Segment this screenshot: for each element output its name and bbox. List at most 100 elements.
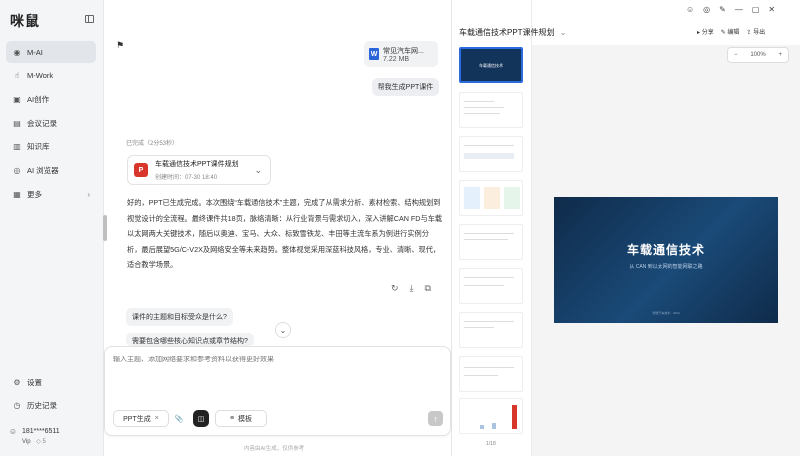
slide-thumb[interactable] <box>459 268 523 304</box>
app-logo: 咪鼠 <box>10 13 40 29</box>
list-icon: ≡ <box>229 415 235 422</box>
slide-title: 车载通信技术 <box>626 243 705 257</box>
minimize-icon[interactable]: — <box>735 5 743 14</box>
ai-disclaimer: 内容由AI生成，仅供参考 <box>244 446 305 452</box>
ppt-mode-chip[interactable]: PPT生成 × <box>113 410 169 427</box>
zoom-level: 100% <box>750 52 766 58</box>
user-phone: 181****6511 <box>22 427 60 435</box>
slide-thumb[interactable]: 车载通信技术 <box>459 47 523 83</box>
send-button[interactable]: ↑ <box>428 411 443 426</box>
sidebar-item-settings[interactable]: ⚙ 设置 <box>6 371 96 393</box>
chat-input[interactable] <box>113 356 413 363</box>
resize-handle[interactable] <box>103 215 107 241</box>
export-label: 导出 <box>753 30 766 36</box>
sidebar-collapse-icon[interactable] <box>85 15 94 23</box>
slide-subtitle: 从 CAN 到以太网的智能网联之路 <box>629 264 703 270</box>
edit-button[interactable]: ✎ 编辑 <box>721 27 740 36</box>
maximize-icon[interactable]: ▢ <box>752 5 760 14</box>
sidebar-nav: ◉ M-AI ☝ M-Work ▣ AI创作 ▤ 会议记录 ▥ 知识库 ◎ AI… <box>6 41 96 207</box>
chat-panel: ⚑ W 常见汽车网... 7.22 MB 帮我生成PPT课件 已完成（2分53秒… <box>104 0 452 456</box>
download-icon[interactable]: ⤓ <box>410 283 414 294</box>
doc-time: 创建时间：07-30 18:40 <box>155 175 218 181</box>
book-icon: ▥ <box>13 142 21 152</box>
suggestion-chip[interactable]: 需要包含哪些核心知识点或章节结构? <box>126 333 254 346</box>
sidebar-item-m-ai[interactable]: ◉ M-AI <box>6 41 96 63</box>
chevron-down-icon[interactable]: ⌄ <box>254 165 262 176</box>
page-count: 1/18 <box>486 441 496 447</box>
sidebar-bottom: ⚙ 设置 ◷ 历史记录 <box>6 371 96 418</box>
gear-icon: ⚙ <box>13 377 21 387</box>
browser-icon: ◎ <box>13 165 21 175</box>
copy-icon[interactable]: ⧉ <box>425 283 431 294</box>
diamond-icon: ◇ <box>36 439 41 445</box>
note-icon: ▤ <box>13 118 21 128</box>
hand-icon: ☝ <box>14 71 20 81</box>
zoom-control[interactable]: − 100% + <box>727 47 789 63</box>
chevron-right-icon: › <box>87 189 90 199</box>
target-icon[interactable]: ◎ <box>703 5 710 14</box>
slides-panel: 车载通信技术 1/18 <box>452 0 532 456</box>
suggestion-chip[interactable]: 课件的主题和目标受众是什么? <box>126 308 233 326</box>
sidebar-item-label: M-AI <box>27 47 43 57</box>
share-button[interactable]: ▸ 分享 <box>697 27 714 36</box>
image-icon: ▣ <box>13 94 21 104</box>
sidebar-item-browser[interactable]: ◎ AI 浏览器 <box>6 159 96 181</box>
sidebar: 咪鼠 ◉ M-AI ☝ M-Work ▣ AI创作 ▤ 会议记录 ▥ 知识库 ◎… <box>0 0 104 456</box>
sidebar-item-ai-create[interactable]: ▣ AI创作 <box>6 88 96 110</box>
sidebar-item-m-work[interactable]: ☝ M-Work <box>6 65 96 87</box>
edit-label: 编辑 <box>727 30 740 36</box>
zoom-out-icon[interactable]: − <box>734 52 738 58</box>
slide-thumb[interactable] <box>459 180 523 216</box>
current-slide[interactable]: 车载通信技术 从 CAN 到以太网的智能网联之路 智能汽车技术 · 2024 <box>554 197 778 323</box>
slide-thumb[interactable] <box>459 312 523 348</box>
flag-icon[interactable]: ⚑ <box>116 40 124 51</box>
sidebar-item-label: AI 浏览器 <box>27 165 59 175</box>
attach-icon[interactable]: 📎 <box>171 410 187 427</box>
sidebar-item-label: 历史记录 <box>27 401 57 411</box>
ppt-mode-label: PPT生成 <box>123 415 151 423</box>
slide-thumb[interactable] <box>459 356 523 392</box>
pin-icon[interactable]: ✎ <box>719 5 726 14</box>
preview-actions: ▸ 分享 ✎ 编辑 ⇪ 导出 <box>697 27 765 36</box>
completion-status: 已完成（2分53秒） <box>126 141 179 147</box>
mai-icon: ◉ <box>13 47 21 57</box>
user-credits: 5 <box>42 439 46 445</box>
zoom-in-icon[interactable]: + <box>778 52 782 58</box>
sidebar-item-meeting[interactable]: ▤ 会议记录 <box>6 112 96 134</box>
user-profile[interactable]: ☺ 181****6511 Vip ◇ 5 <box>8 426 98 446</box>
export-button[interactable]: ⇪ 导出 <box>746 27 765 36</box>
slide-thumb[interactable] <box>459 92 523 128</box>
chevron-down-icon: ⌄ <box>559 28 567 37</box>
sidebar-item-history[interactable]: ◷ 历史记录 <box>6 395 96 417</box>
chat-input-box: PPT生成 × 📎 ◫ ≡ 模板 ↑ <box>104 346 451 436</box>
window-controls: ☺ ◎ ✎ — ▢ ✕ <box>686 5 775 14</box>
attached-file[interactable]: W 常见汽车网... 7.22 MB <box>364 41 438 67</box>
sidebar-item-label: AI创作 <box>27 94 50 104</box>
sidebar-item-more[interactable]: ▦ 更多 › <box>6 183 96 205</box>
thumb-title: 车载通信技术 <box>479 63 503 68</box>
slide-thumb[interactable] <box>459 224 523 260</box>
sidebar-item-knowledge[interactable]: ▥ 知识库 <box>6 136 96 158</box>
close-icon[interactable]: × <box>155 415 159 422</box>
word-file-icon: W <box>369 48 379 60</box>
refresh-icon[interactable]: ↻ <box>391 283 399 294</box>
scroll-down-button[interactable]: ⌄ <box>275 322 291 338</box>
doc-title: 车载通信技术PPT课件规划 <box>155 161 239 168</box>
doc-card[interactable]: P 车载通信技术PPT课件规划 创建时间：07-30 18:40 ⌄ <box>127 155 271 185</box>
slide-thumb[interactable] <box>459 398 523 434</box>
file-size: 7.22 MB <box>383 55 410 63</box>
preview-title-text: 车载通信技术PPT课件规划 <box>459 28 555 37</box>
user-message: 帮我生成PPT课件 <box>372 78 439 96</box>
book-mode-icon[interactable]: ◫ <box>193 410 209 427</box>
user-icon: ☺ <box>8 426 18 436</box>
share-label: 分享 <box>701 30 714 36</box>
close-icon[interactable]: ✕ <box>768 5 775 14</box>
ppt-file-icon: P <box>134 163 148 177</box>
template-button[interactable]: ≡ 模板 <box>215 410 267 427</box>
message-tools: ↻ ⤓ ⧉ <box>391 283 431 294</box>
sidebar-item-label: 更多 <box>27 189 42 199</box>
slide-thumb[interactable] <box>459 136 523 172</box>
user-icon[interactable]: ☺ <box>686 5 694 14</box>
sidebar-item-label: M-Work <box>27 71 54 81</box>
preview-title[interactable]: 车载通信技术PPT课件规划 ⌄ <box>459 27 567 38</box>
